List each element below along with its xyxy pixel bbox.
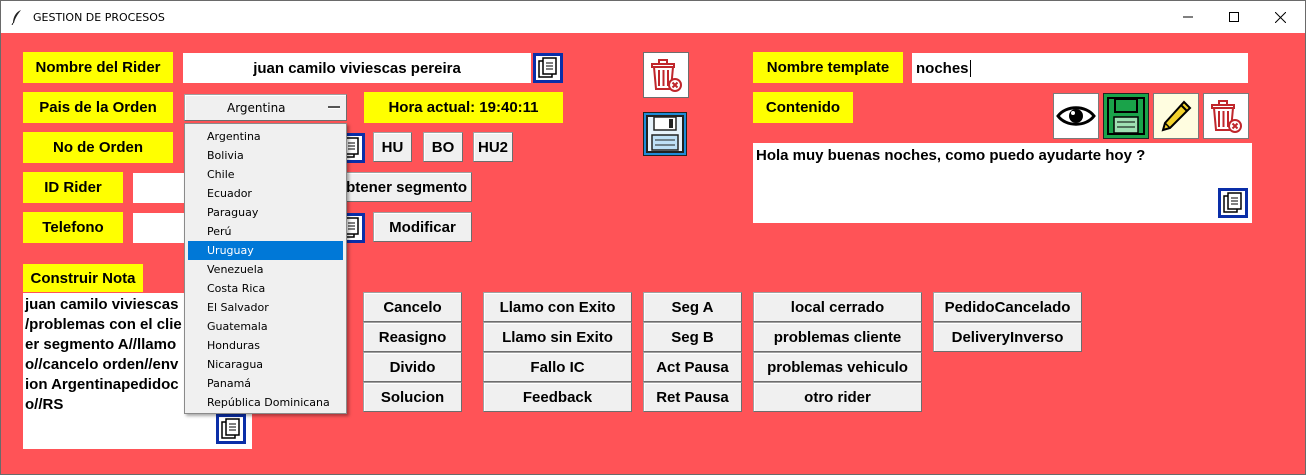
action-feedback-button[interactable]: Feedback	[483, 382, 632, 412]
content-label: Contenido	[753, 92, 853, 123]
copy-icon	[1223, 192, 1242, 213]
close-button[interactable]	[1257, 1, 1303, 33]
rider-name-field[interactable]: juan camilo viviescas pereira	[183, 53, 531, 83]
country-option[interactable]: Panamá	[185, 374, 346, 393]
pencil-icon	[1161, 100, 1192, 132]
close-icon	[1274, 11, 1286, 23]
text-cursor	[969, 59, 971, 77]
order-number-label: No de Orden	[23, 132, 173, 163]
template-name-value: noches	[916, 59, 969, 77]
country-select-value: Argentina	[227, 100, 286, 115]
action-delivery-inverso-button[interactable]: DeliveryInverso	[933, 322, 1082, 352]
save-template-button[interactable]	[1103, 93, 1149, 139]
hu-button[interactable]: HU	[373, 132, 412, 162]
floppy-icon	[1107, 97, 1145, 135]
minimize-button[interactable]	[1165, 1, 1211, 33]
window-title: GESTION DE PROCESOS	[33, 11, 165, 24]
copy-template-button[interactable]	[1218, 188, 1248, 218]
template-name-label: Nombre template	[753, 52, 903, 83]
copy-icon	[538, 57, 557, 78]
country-option[interactable]: Guatemala	[185, 317, 346, 336]
copy-note-button[interactable]	[216, 414, 246, 444]
country-option[interactable]: Perú	[185, 222, 346, 241]
eye-icon	[1056, 106, 1096, 126]
action-cancelo-button[interactable]: Cancelo	[363, 292, 462, 322]
get-segment-button[interactable]: btener segmento	[331, 172, 472, 202]
country-option[interactable]: Ecuador	[185, 184, 346, 203]
action-seg-b-button[interactable]: Seg B	[643, 322, 742, 352]
action-act-pausa-button[interactable]: Act Pausa	[643, 352, 742, 382]
action-solucion-button[interactable]: Solucion	[363, 382, 462, 412]
template-content-text: Hola muy buenas noches, como puedo ayuda…	[756, 147, 1146, 164]
maximize-icon	[1229, 12, 1239, 22]
app-window: GESTION DE PROCESOS Nombre del Rider jua…	[0, 0, 1306, 475]
save-button[interactable]	[643, 112, 687, 156]
action-fallo-ic-button[interactable]: Fallo IC	[483, 352, 632, 382]
action-divido-button[interactable]: Divido	[363, 352, 462, 382]
dropdown-indicator-icon	[328, 106, 340, 109]
action-ret-pausa-button[interactable]: Ret Pausa	[643, 382, 742, 412]
build-note-label: Construir Nota	[23, 264, 143, 292]
title-bar: GESTION DE PROCESOS	[1, 1, 1305, 33]
action-seg-a-button[interactable]: Seg A	[643, 292, 742, 322]
country-option[interactable]: Costa Rica	[185, 279, 346, 298]
hu2-button[interactable]: HU2	[473, 132, 513, 162]
rider-id-label: ID Rider	[23, 172, 123, 203]
modify-button[interactable]: Modificar	[373, 212, 472, 242]
action-pedido-cancelado-button[interactable]: PedidoCancelado	[933, 292, 1082, 322]
action-reasigno-button[interactable]: Reasigno	[363, 322, 462, 352]
country-label: Pais de la Orden	[23, 92, 173, 123]
template-name-field[interactable]: noches	[912, 53, 1248, 83]
action-llamo-exito-button[interactable]: Llamo con Exito	[483, 292, 632, 322]
country-dropdown-list: Argentina Bolivia Chile Ecuador Paraguay…	[184, 123, 347, 414]
action-local-cerrado-button[interactable]: local cerrado	[753, 292, 922, 322]
country-option[interactable]: Nicaragua	[185, 355, 346, 374]
current-time-label: Hora actual: 19:40:11	[364, 92, 563, 123]
view-template-button[interactable]	[1053, 93, 1099, 139]
phone-label: Telefono	[23, 212, 123, 243]
bo-button[interactable]: BO	[423, 132, 463, 162]
trash-icon	[1211, 100, 1242, 133]
maximize-button[interactable]	[1211, 1, 1257, 33]
feather-icon	[11, 10, 21, 25]
country-option[interactable]: Chile	[185, 165, 346, 184]
floppy-icon	[646, 115, 684, 153]
country-option[interactable]: Venezuela	[185, 260, 346, 279]
delete-button[interactable]	[643, 52, 689, 98]
country-option-highlighted[interactable]: Uruguay	[188, 241, 343, 260]
delete-template-button[interactable]	[1203, 93, 1249, 139]
template-content-textarea[interactable]: Hola muy buenas noches, como puedo ayuda…	[753, 143, 1252, 223]
action-problemas-vehiculo-button[interactable]: problemas vehiculo	[753, 352, 922, 382]
action-otro-rider-button[interactable]: otro rider	[753, 382, 922, 412]
action-llamo-sin-exito-button[interactable]: Llamo sin Exito	[483, 322, 632, 352]
copy-icon	[221, 418, 240, 439]
country-option[interactable]: Paraguay	[185, 203, 346, 222]
country-select[interactable]: Argentina	[184, 94, 347, 121]
rider-name-label: Nombre del Rider	[23, 52, 173, 83]
edit-template-button[interactable]	[1153, 93, 1199, 139]
country-option[interactable]: El Salvador	[185, 298, 346, 317]
trash-icon	[651, 59, 682, 92]
action-problemas-cliente-button[interactable]: problemas cliente	[753, 322, 922, 352]
country-option[interactable]: Argentina	[185, 127, 346, 146]
minimize-icon	[1183, 16, 1193, 18]
country-option[interactable]: Honduras	[185, 336, 346, 355]
copy-rider-name-button[interactable]	[533, 53, 563, 83]
country-option[interactable]: República Dominicana	[185, 393, 346, 412]
country-option[interactable]: Bolivia	[185, 146, 346, 165]
